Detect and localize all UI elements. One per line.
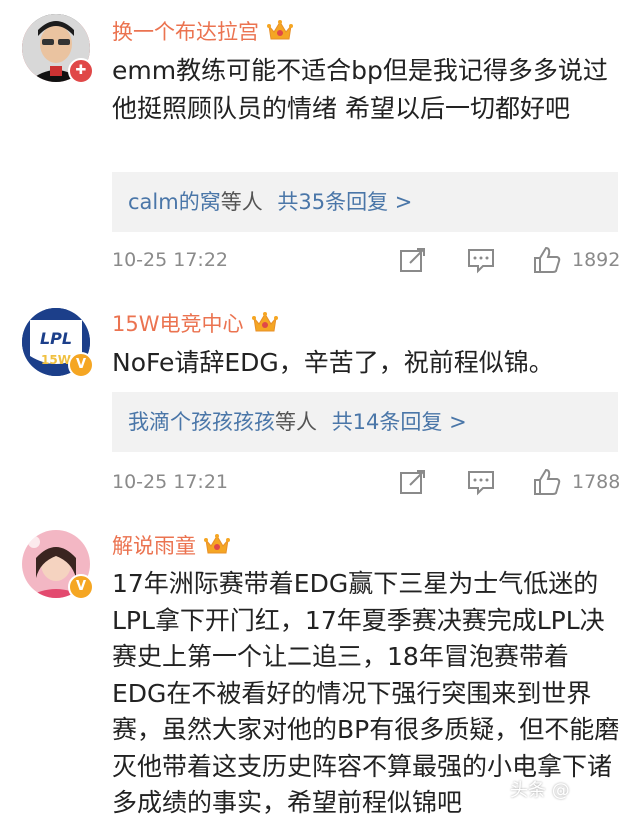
reply-count[interactable]: 共14条回复 > bbox=[332, 410, 467, 434]
comment-meta: 10-25 17:21 1788 bbox=[112, 467, 622, 497]
watermark: 头条 @ bbox=[510, 780, 570, 801]
crown-icon bbox=[267, 20, 293, 40]
comment-icon[interactable] bbox=[466, 245, 496, 275]
avatar[interactable]: LPL 15W V bbox=[22, 308, 94, 378]
comment-text: emm教练可能不适合bp但是我记得多多说过他挺照顾队员的情绪 希望以后一切都好吧 bbox=[112, 56, 608, 123]
timestamp: 10-25 17:22 bbox=[112, 249, 229, 271]
verified-badge-icon: V bbox=[68, 574, 94, 600]
verified-badge-icon: V bbox=[68, 352, 94, 378]
reply-users[interactable]: calm的窝 bbox=[128, 190, 221, 214]
reply-suffix: 等人 bbox=[275, 410, 317, 434]
reply-suffix: 等人 bbox=[220, 190, 263, 214]
reply-users[interactable]: 我滴个孩孩孩孩 bbox=[128, 410, 275, 434]
reply-summary[interactable]: 我滴个孩孩孩孩等人 共14条回复 > bbox=[112, 392, 618, 452]
like-count: 1788 bbox=[572, 471, 621, 493]
repost-icon[interactable] bbox=[398, 467, 428, 497]
reply-count[interactable]: 共35条回复 > bbox=[277, 190, 412, 214]
avatar-logo-text: LPL bbox=[40, 329, 72, 348]
svg-text:15W: 15W bbox=[41, 353, 71, 367]
username[interactable]: 换一个布达拉宫 bbox=[112, 16, 293, 46]
username[interactable]: 解说雨童 bbox=[112, 530, 230, 560]
crown-icon bbox=[251, 312, 278, 332]
comment-icon[interactable] bbox=[466, 467, 496, 497]
comment-meta: 10-25 17:22 1892 bbox=[112, 245, 622, 275]
like-icon[interactable] bbox=[532, 245, 562, 275]
crown-icon bbox=[204, 534, 230, 554]
avatar[interactable]: ✚ bbox=[22, 14, 94, 84]
comment-text: NoFe请辞EDG，辛苦了，祝前程似锦。 bbox=[112, 348, 554, 377]
verified-badge-icon: ✚ bbox=[68, 58, 94, 84]
like-icon[interactable] bbox=[532, 467, 562, 497]
repost-icon[interactable] bbox=[398, 245, 428, 275]
avatar[interactable]: V bbox=[22, 530, 94, 600]
like-count: 1892 bbox=[572, 249, 621, 271]
username[interactable]: 15W电竞中心 bbox=[112, 308, 278, 338]
reply-summary[interactable]: calm的窝等人 共35条回复 > bbox=[112, 172, 618, 232]
timestamp: 10-25 17:21 bbox=[112, 471, 229, 493]
